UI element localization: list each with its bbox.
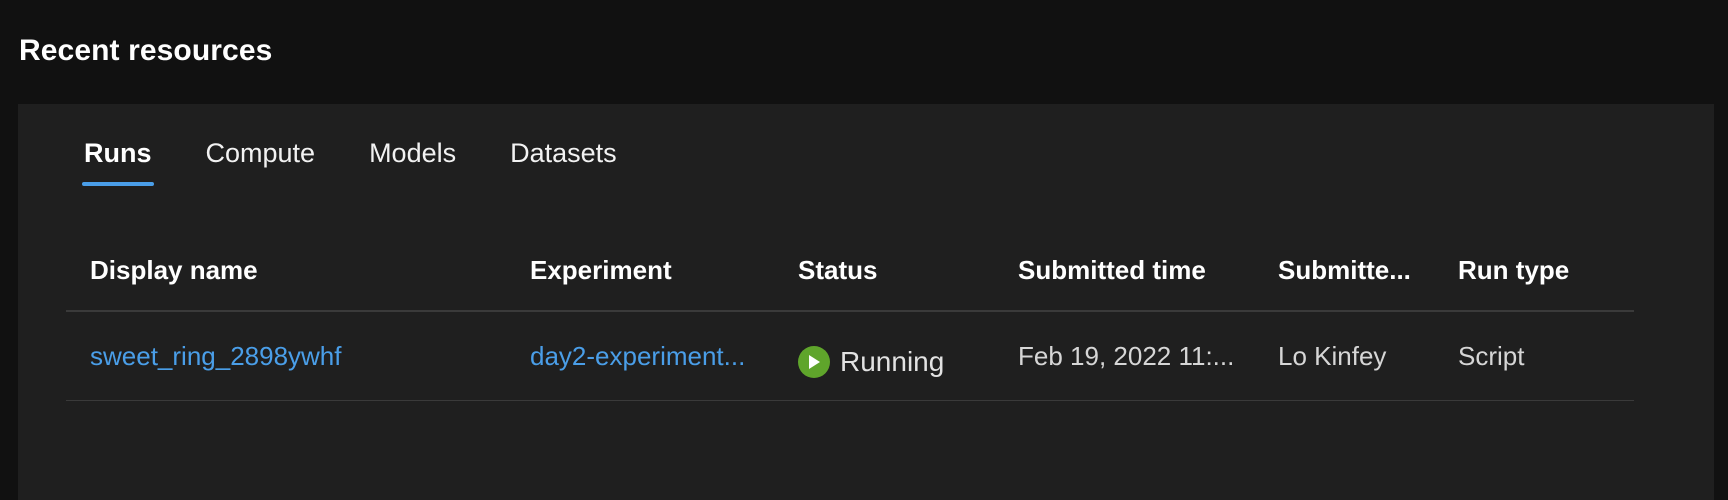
tab-runs[interactable]: Runs bbox=[82, 132, 153, 186]
column-header-experiment[interactable]: Experiment bbox=[530, 230, 760, 310]
tab-compute[interactable]: Compute bbox=[206, 132, 316, 186]
run-display-name-link[interactable]: sweet_ring_2898ywhf bbox=[90, 312, 510, 400]
recent-resources-page: Recent resources Runs Compute Models Dat… bbox=[0, 0, 1728, 500]
recent-resources-panel: Runs Compute Models Datasets Display nam… bbox=[18, 104, 1714, 500]
resource-tabs: Runs Compute Models Datasets bbox=[82, 132, 671, 186]
table-row[interactable]: sweet_ring_2898ywhf day2-experiment... R… bbox=[66, 312, 1634, 401]
submitted-by-cell: Lo Kinfey bbox=[1278, 340, 1387, 371]
tab-models[interactable]: Models bbox=[369, 132, 456, 186]
column-header-submitted-time[interactable]: Submitted time bbox=[1018, 230, 1258, 310]
column-header-status[interactable]: Status bbox=[798, 230, 998, 310]
column-header-run-type[interactable]: Run type bbox=[1458, 230, 1628, 310]
runs-table: Display name Experiment Status Submitted… bbox=[66, 230, 1634, 401]
tab-datasets[interactable]: Datasets bbox=[510, 132, 617, 186]
status-text: Running bbox=[840, 346, 945, 377]
status-cell: Running bbox=[798, 312, 998, 400]
table-header-row: Display name Experiment Status Submitted… bbox=[66, 230, 1634, 312]
column-header-display-name[interactable]: Display name bbox=[90, 230, 510, 310]
column-header-submitted-by[interactable]: Submitte... bbox=[1278, 230, 1438, 310]
run-type-cell: Script bbox=[1458, 340, 1525, 371]
submitted-time-cell: Feb 19, 2022 11:... bbox=[1018, 340, 1235, 371]
experiment-link[interactable]: day2-experiment... bbox=[530, 312, 760, 400]
play-icon bbox=[798, 346, 830, 378]
section-title: Recent resources bbox=[19, 34, 273, 67]
